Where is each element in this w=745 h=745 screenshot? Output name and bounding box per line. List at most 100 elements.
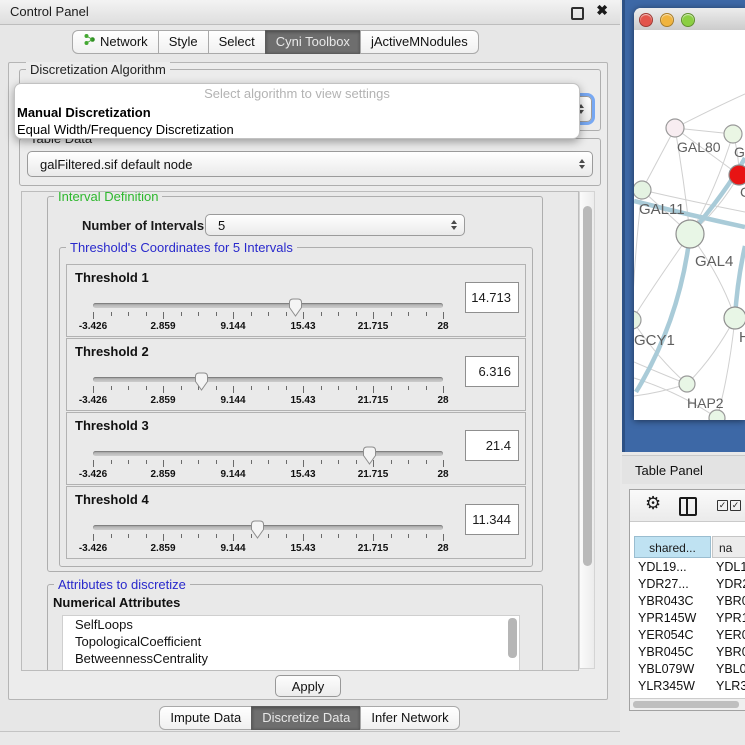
- slider-tick: [93, 534, 94, 541]
- table-rows: YDL19...YDL1YDR27...YDR2YBR043CYBR0YPR14…: [630, 559, 745, 701]
- threshold-slider[interactable]: -3.4262.8599.14415.4321.71528: [93, 371, 443, 407]
- cell-name: YBL0: [716, 661, 745, 678]
- settings-vertical-scrollbar[interactable]: [579, 191, 595, 669]
- float-icon[interactable]: [571, 7, 584, 20]
- tab-infer-network[interactable]: Infer Network: [360, 706, 459, 730]
- algorithm-option[interactable]: Manual Discretization: [15, 104, 579, 121]
- slider-tick: [181, 312, 182, 316]
- apply-button[interactable]: Apply: [275, 675, 341, 697]
- settings-scroll-area: Interval Definition Number of Intervals …: [21, 191, 579, 671]
- network-node[interactable]: [679, 376, 695, 392]
- slider-thumb[interactable]: [362, 446, 377, 465]
- table-data-combobox[interactable]: galFiltered.sif default node: [27, 151, 593, 177]
- slider-tick-label: 15.43: [290, 469, 315, 480]
- threshold-slider[interactable]: -3.4262.8599.14415.4321.71528: [93, 445, 443, 481]
- slider-tick: [321, 460, 322, 464]
- table-row[interactable]: YBR043CYBR0: [630, 593, 745, 610]
- table-row[interactable]: YDL19...YDL1: [630, 559, 745, 576]
- network-edge[interactable]: [634, 320, 687, 384]
- column-header-2[interactable]: na: [712, 536, 745, 558]
- threshold-slider[interactable]: -3.4262.8599.14415.4321.71528: [93, 519, 443, 555]
- scrollbar-thumb[interactable]: [583, 206, 592, 566]
- network-node[interactable]: [729, 165, 745, 185]
- slider-tick: [216, 312, 217, 316]
- table-row[interactable]: YLR345WYLR3: [630, 678, 745, 695]
- network-edge[interactable]: [636, 234, 690, 392]
- slider-track[interactable]: [93, 451, 443, 456]
- slider-tick-label: 9.144: [220, 543, 245, 554]
- network-node[interactable]: [666, 119, 684, 137]
- network-window: GAL80GACGAL11GAL4GCY1HHAP2: [634, 8, 745, 420]
- slider-tick: [426, 460, 427, 464]
- slider-tick-label: 9.144: [220, 395, 245, 406]
- tab-select[interactable]: Select: [208, 30, 266, 54]
- tab-discretize-data[interactable]: Discretize Data: [251, 706, 361, 730]
- slider-track[interactable]: [93, 377, 443, 382]
- tab-impute-data[interactable]: Impute Data: [159, 706, 252, 730]
- zoom-light[interactable]: [681, 13, 695, 27]
- close-light[interactable]: [639, 13, 653, 27]
- slider-tick: [181, 534, 182, 538]
- close-icon[interactable]: ✖: [596, 2, 608, 19]
- table-row[interactable]: YDR27...YDR2: [630, 576, 745, 593]
- network-edge[interactable]: [642, 128, 675, 190]
- slider-tick: [128, 386, 129, 390]
- slider-track[interactable]: [93, 525, 443, 530]
- threshold-value-field[interactable]: 14.713: [465, 282, 519, 313]
- network-node[interactable]: [724, 307, 745, 329]
- tab-cyni-toolbox[interactable]: Cyni Toolbox: [265, 30, 361, 54]
- slider-thumb[interactable]: [288, 298, 303, 317]
- table-row[interactable]: YPR145WYPR1: [630, 610, 745, 627]
- network-edge[interactable]: [675, 94, 745, 128]
- slider-track[interactable]: [93, 303, 443, 308]
- threshold-value-field[interactable]: 21.4: [465, 430, 519, 461]
- table-row[interactable]: YER054CYER0: [630, 627, 745, 644]
- network-node[interactable]: [709, 410, 725, 420]
- checkbox-icon[interactable]: ✓: [717, 500, 728, 511]
- columns-icon[interactable]: [679, 497, 697, 516]
- slider-tick-label: 21.715: [358, 469, 389, 480]
- number-of-intervals-value: 5: [218, 218, 225, 233]
- slider-thumb[interactable]: [194, 372, 209, 391]
- threshold-value-field[interactable]: 6.316: [465, 356, 519, 387]
- network-edge[interactable]: [687, 318, 735, 384]
- slider-tick-label: -3.426: [79, 321, 107, 332]
- tab-label: Infer Network: [371, 707, 448, 729]
- attribute-item[interactable]: BetweennessCentrality: [63, 650, 519, 667]
- slider-tick-label: 2.859: [150, 543, 175, 554]
- tab-style[interactable]: Style: [158, 30, 209, 54]
- slider-tick: [373, 534, 374, 541]
- gear-icon[interactable]: ⚙: [645, 493, 661, 514]
- slider-tick-label: 2.859: [150, 395, 175, 406]
- control-panel-tabs: NetworkStyleSelectCyni ToolboxjActiveMNo…: [73, 30, 479, 54]
- table-row[interactable]: YBL079WYBL0: [630, 661, 745, 678]
- number-of-intervals-combobox[interactable]: 5: [205, 214, 465, 236]
- attribute-item[interactable]: TopologicalCoefficient: [63, 633, 519, 650]
- cell-shared-name: YDL19...: [638, 559, 687, 576]
- table-row[interactable]: YBR045CYBR0: [630, 644, 745, 661]
- table-horizontal-scrollbar[interactable]: [630, 698, 745, 710]
- network-node-label: GCY1: [634, 332, 675, 349]
- network-node[interactable]: [634, 311, 641, 329]
- scrollbar-thumb[interactable]: [633, 701, 739, 708]
- network-node[interactable]: [634, 181, 651, 199]
- tab-jactivemnodules[interactable]: jActiveMNodules: [360, 30, 479, 54]
- attributes-scrollbar[interactable]: [508, 618, 517, 658]
- numerical-attributes-list[interactable]: SelfLoopsTopologicalCoefficientBetweenne…: [62, 615, 520, 671]
- threshold-value-field[interactable]: 11.344: [465, 504, 519, 535]
- checkbox-icon[interactable]: ✓: [730, 500, 741, 511]
- threshold-slider[interactable]: -3.4262.8599.14415.4321.71528: [93, 297, 443, 333]
- network-node[interactable]: [676, 220, 704, 248]
- attribute-item[interactable]: SelfLoops: [63, 616, 519, 633]
- minimize-light[interactable]: [660, 13, 674, 27]
- table-panel: ⚙ ✓ ✓ shared...na YDL19...YDL1YDR27...YD…: [629, 489, 745, 711]
- network-window-titlebar[interactable]: [634, 8, 745, 31]
- slider-thumb[interactable]: [250, 520, 265, 539]
- thresholds-group-title: Threshold's Coordinates for 5 Intervals: [66, 240, 297, 255]
- network-canvas[interactable]: GAL80GACGAL11GAL4GCY1HHAP2: [634, 30, 745, 420]
- network-node[interactable]: [724, 125, 742, 143]
- column-header-1[interactable]: shared...: [634, 536, 711, 558]
- cell-shared-name: YDR27...: [638, 576, 689, 593]
- tab-network[interactable]: Network: [72, 30, 159, 54]
- algorithm-option[interactable]: Equal Width/Frequency Discretization: [15, 121, 579, 138]
